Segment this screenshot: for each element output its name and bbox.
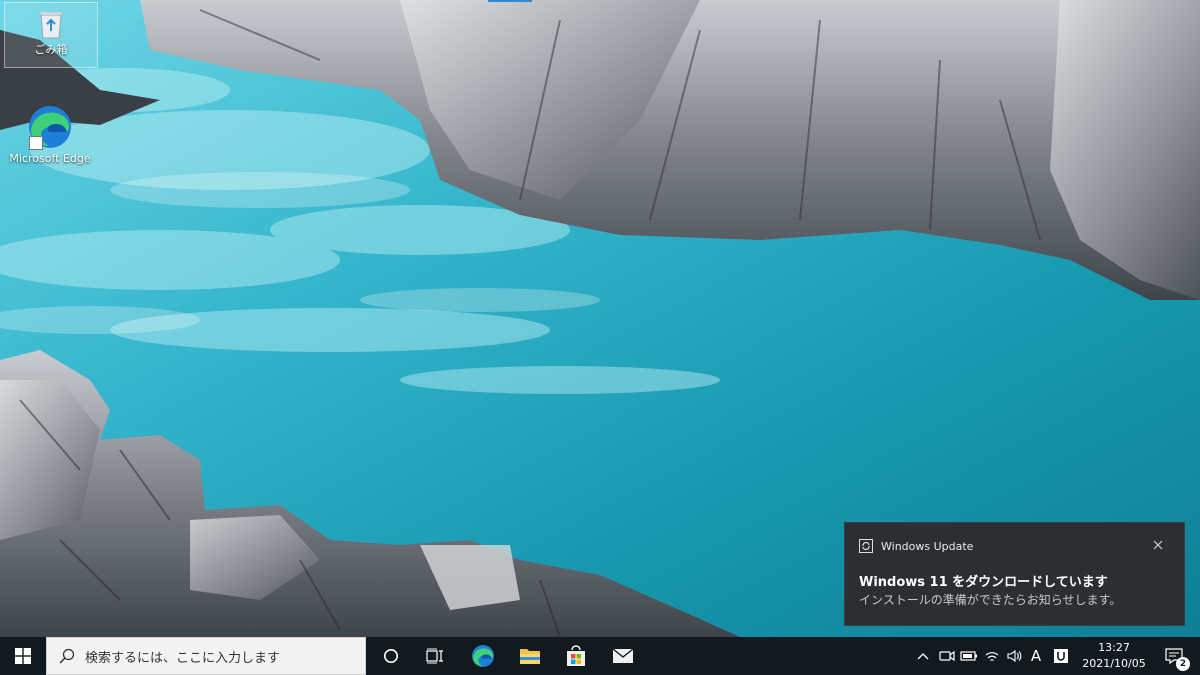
- clock-date: 2021/10/05: [1082, 657, 1146, 670]
- clock-time: 13:27: [1098, 641, 1130, 654]
- ime-pad-icon: [1054, 649, 1068, 663]
- edge-icon: [472, 645, 494, 667]
- close-icon: [1153, 540, 1163, 550]
- store-icon: [567, 645, 585, 666]
- notification-count-badge: 2: [1176, 657, 1190, 671]
- edge-desktop-label: Microsoft Edge: [9, 152, 91, 165]
- toast-close-button[interactable]: [1150, 537, 1166, 553]
- file-explorer-icon: [520, 649, 540, 664]
- speaker-icon: [1007, 649, 1022, 663]
- battery-icon: [960, 651, 977, 661]
- edge-icon: [27, 104, 73, 150]
- windows-update-toast[interactable]: Windows Update Windows 11 をダウンロードしています イ…: [844, 522, 1185, 626]
- mail-icon: [612, 648, 634, 663]
- search-placeholder: 検索するには、ここに入力します: [85, 650, 281, 666]
- file-explorer-button[interactable]: [507, 637, 553, 675]
- meet-now-icon: [939, 650, 955, 662]
- taskbar: 検索するには、ここに入力します A 13:27 2021/10/05 2: [0, 637, 1200, 675]
- task-view-button[interactable]: [412, 637, 458, 675]
- toast-body: インストールの準備ができたらお知らせします。: [859, 593, 1122, 607]
- store-button[interactable]: [553, 637, 599, 675]
- action-center-button[interactable]: 2: [1154, 637, 1194, 675]
- meet-now-button[interactable]: [936, 637, 958, 675]
- search-icon: [59, 648, 75, 664]
- desktop-icon-recycle-bin[interactable]: ごみ箱: [4, 2, 98, 68]
- show-hidden-icons-button[interactable]: [912, 637, 934, 675]
- toast-title: Windows 11 をダウンロードしています: [859, 575, 1108, 590]
- windows-logo-icon: [15, 648, 31, 664]
- taskbar-edge-button[interactable]: [460, 637, 506, 675]
- volume-button[interactable]: [1003, 637, 1025, 675]
- toast-header: Windows Update: [859, 539, 973, 553]
- recycle-bin-label: ごみ箱: [34, 43, 68, 56]
- cortana-button[interactable]: [368, 637, 414, 675]
- taskbar-clock[interactable]: 13:27 2021/10/05: [1080, 640, 1148, 672]
- start-button[interactable]: [0, 637, 46, 675]
- shortcut-arrow-icon: [29, 136, 43, 150]
- battery-button[interactable]: [958, 637, 980, 675]
- ime-mode-indicator[interactable]: A: [1025, 637, 1047, 675]
- taskbar-search-box[interactable]: 検索するには、ここに入力します: [46, 637, 366, 675]
- desktop-icon-edge[interactable]: Microsoft Edge: [4, 104, 96, 165]
- ime-pad-button[interactable]: [1050, 637, 1072, 675]
- sync-icon: [859, 539, 873, 553]
- recycle-bin-icon: [38, 9, 64, 39]
- toast-app-name: Windows Update: [881, 539, 974, 553]
- network-button[interactable]: [981, 637, 1003, 675]
- cortana-icon: [384, 649, 398, 663]
- mail-button[interactable]: [600, 637, 646, 675]
- chevron-up-icon: [917, 653, 929, 660]
- top-progress-indicator: [488, 0, 532, 2]
- wifi-icon: [985, 652, 999, 661]
- task-view-icon: [426, 648, 443, 664]
